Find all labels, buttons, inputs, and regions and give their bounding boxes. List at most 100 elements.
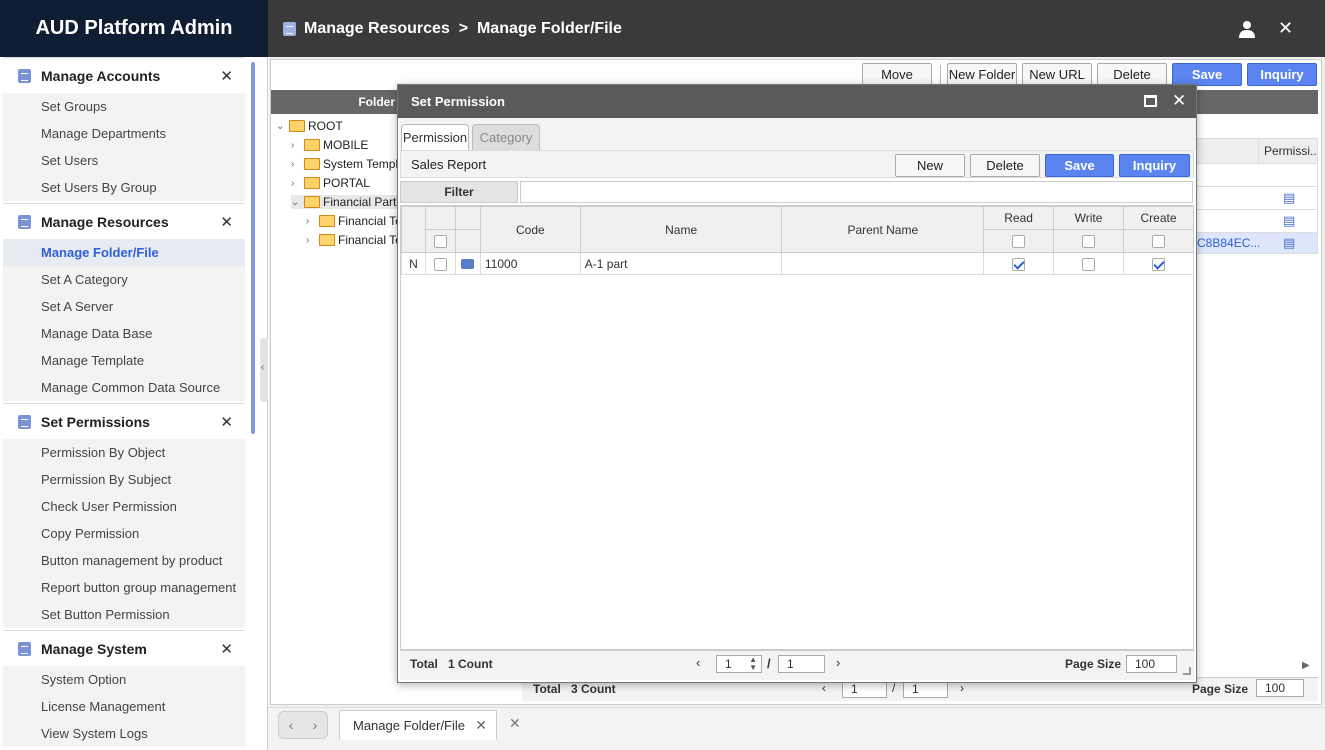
sidebar-scrollbar[interactable] bbox=[251, 62, 255, 434]
add-permission-icon[interactable]: ▤ bbox=[1283, 190, 1295, 206]
user-icon[interactable] bbox=[1238, 20, 1256, 38]
sidebar-item-button-management-by-product[interactable]: Button management by product bbox=[3, 547, 245, 574]
prev-page-icon[interactable]: ‹ bbox=[696, 655, 700, 670]
tree-item-root[interactable]: ⌄ ROOT bbox=[276, 119, 343, 133]
chevron-right-icon[interactable]: › bbox=[291, 178, 301, 189]
maximize-icon[interactable] bbox=[1144, 95, 1157, 107]
move-button[interactable]: Move bbox=[862, 63, 932, 86]
sidebar-item-manage-common-data-source[interactable]: Manage Common Data Source bbox=[3, 374, 245, 401]
bg-next-page-icon[interactable]: › bbox=[960, 681, 964, 695]
chevron-down-icon[interactable]: ⌄ bbox=[276, 121, 286, 132]
tab-category[interactable]: Category bbox=[472, 124, 540, 150]
read-checkbox[interactable] bbox=[1012, 257, 1026, 271]
page-input[interactable]: 1 ▲ ▼ bbox=[716, 655, 762, 673]
close-icon[interactable]: ✕ bbox=[220, 413, 233, 431]
create-checkbox[interactable] bbox=[1152, 257, 1165, 271]
sidebar-item-manage-departments[interactable]: Manage Departments bbox=[3, 120, 245, 147]
row-select-checkbox[interactable] bbox=[433, 257, 447, 271]
sidebar-item-report-button-group-management[interactable]: Report button group management bbox=[3, 574, 245, 601]
tree-item-system-templ[interactable]: › System Templ bbox=[291, 157, 398, 171]
col-name[interactable]: Name bbox=[579, 206, 783, 253]
add-permission-icon[interactable]: ▤ bbox=[1283, 213, 1295, 229]
memo-icon[interactable] bbox=[461, 259, 475, 270]
inquiry-button[interactable]: Inquiry bbox=[1247, 63, 1317, 86]
chevron-right-icon[interactable]: › bbox=[291, 159, 301, 170]
sidebar-item-license-management[interactable]: License Management bbox=[3, 693, 245, 720]
sidebar-item-view-system-logs[interactable]: View System Logs bbox=[3, 720, 245, 747]
table-row[interactable]: ▤ bbox=[1195, 186, 1317, 209]
chevron-right-icon[interactable]: › bbox=[291, 140, 301, 151]
close-icon[interactable]: ✕ bbox=[220, 213, 233, 231]
sidebar-item-set-a-server[interactable]: Set A Server bbox=[3, 293, 245, 320]
tree-item-financial-te-2[interactable]: › Financial Te bbox=[306, 233, 402, 247]
new-url-button[interactable]: New URL bbox=[1022, 63, 1092, 86]
tab-prev-icon[interactable]: ‹ bbox=[289, 717, 294, 733]
sidebar-item-set-users[interactable]: Set Users bbox=[3, 147, 245, 174]
sidebar-section-set-permissions[interactable]: Set Permissions ✕ bbox=[3, 403, 245, 439]
cell-name[interactable]: A-1 part bbox=[579, 252, 783, 275]
tree-item-financial-te-1[interactable]: › Financial Te bbox=[306, 214, 402, 228]
filter-input[interactable] bbox=[520, 181, 1193, 203]
dialog-delete-button[interactable]: Delete bbox=[970, 154, 1040, 177]
read-all-checkbox[interactable] bbox=[1012, 235, 1026, 249]
tree-item-portal[interactable]: › PORTAL bbox=[291, 176, 370, 190]
create-all-checkbox[interactable] bbox=[1152, 235, 1165, 249]
table-row[interactable] bbox=[1195, 163, 1317, 186]
sidebar-item-set-button-permission[interactable]: Set Button Permission bbox=[3, 601, 245, 628]
cell-parent-name[interactable] bbox=[781, 252, 985, 275]
sidebar-item-permission-by-object[interactable]: Permission By Object bbox=[3, 439, 245, 466]
tree-item-mobile[interactable]: › MOBILE bbox=[291, 138, 368, 152]
sidebar-item-manage-template[interactable]: Manage Template bbox=[3, 347, 245, 374]
tab-close-icon[interactable]: ✕ bbox=[475, 717, 487, 734]
sidebar-item-manage-folder-file[interactable]: Manage Folder/File bbox=[3, 239, 245, 266]
chevron-right-icon[interactable]: › bbox=[306, 216, 316, 227]
close-icon[interactable]: ✕ bbox=[220, 67, 233, 85]
chevron-right-icon[interactable]: › bbox=[306, 235, 316, 246]
sidebar-item-manage-data-base[interactable]: Manage Data Base bbox=[3, 320, 245, 347]
cell-code[interactable]: 11000 bbox=[479, 252, 581, 275]
write-checkbox[interactable] bbox=[1082, 257, 1096, 271]
dialog-new-button[interactable]: New bbox=[895, 154, 965, 177]
save-button[interactable]: Save bbox=[1172, 63, 1242, 86]
sidebar-collapse-handle[interactable]: ‹ bbox=[260, 338, 268, 402]
page-size-input[interactable]: 100 bbox=[1126, 655, 1177, 673]
sidebar-item-set-users-by-group[interactable]: Set Users By Group bbox=[3, 174, 245, 201]
sidebar-item-check-user-permission[interactable]: Check User Permission bbox=[3, 493, 245, 520]
sidebar-section-manage-accounts[interactable]: Manage Accounts ✕ bbox=[3, 57, 245, 93]
tab-nav-arrows[interactable]: ‹ › bbox=[278, 711, 328, 739]
tab-manage-folder-file[interactable]: Manage Folder/File ✕ bbox=[339, 710, 497, 740]
tab-permission[interactable]: Permission bbox=[401, 124, 469, 150]
sidebar-item-system-option[interactable]: System Option bbox=[3, 666, 245, 693]
sidebar-section-manage-system[interactable]: Manage System ✕ bbox=[3, 630, 245, 666]
col-read[interactable]: Read bbox=[983, 206, 1055, 230]
sidebar-item-permission-by-subject[interactable]: Permission By Subject bbox=[3, 466, 245, 493]
table-row[interactable]: ▤ bbox=[1195, 209, 1317, 232]
table-row-selected[interactable]: C8B84EC... ▤ bbox=[1195, 232, 1317, 253]
bg-prev-page-icon[interactable]: ‹ bbox=[822, 681, 826, 695]
sidebar-item-set-groups[interactable]: Set Groups bbox=[3, 93, 245, 120]
sidebar-item-set-a-category[interactable]: Set A Category bbox=[3, 266, 245, 293]
col-code[interactable]: Code bbox=[479, 206, 581, 253]
dialog-inquiry-button[interactable]: Inquiry bbox=[1119, 154, 1190, 177]
close-icon[interactable]: ✕ bbox=[220, 640, 233, 658]
resize-grip-icon[interactable] bbox=[1183, 667, 1191, 675]
col-create[interactable]: Create bbox=[1123, 206, 1194, 230]
select-all-checkbox[interactable] bbox=[433, 235, 447, 249]
new-folder-button[interactable]: New Folder bbox=[947, 63, 1017, 86]
close-icon[interactable]: ✕ bbox=[1278, 18, 1293, 39]
bg-page-size-input[interactable]: 100 bbox=[1256, 679, 1304, 697]
sidebar-item-copy-permission[interactable]: Copy Permission bbox=[3, 520, 245, 547]
chevron-down-icon[interactable]: ⌄ bbox=[291, 197, 301, 208]
table-row[interactable]: N 11000 A-1 part bbox=[401, 252, 1194, 275]
col-write[interactable]: Write bbox=[1053, 206, 1124, 230]
close-all-tabs-icon[interactable]: ✕ bbox=[509, 715, 521, 732]
delete-button[interactable]: Delete bbox=[1097, 63, 1167, 86]
next-page-icon[interactable]: › bbox=[836, 655, 840, 670]
dialog-save-button[interactable]: Save bbox=[1045, 154, 1114, 177]
spinner-icon[interactable]: ▲ ▼ bbox=[749, 656, 757, 672]
tab-next-icon[interactable]: › bbox=[313, 717, 318, 733]
write-all-checkbox[interactable] bbox=[1082, 235, 1096, 249]
dialog-close-icon[interactable]: ✕ bbox=[1172, 91, 1186, 111]
add-permission-icon[interactable]: ▤ bbox=[1283, 235, 1295, 251]
tree-item-financial-part[interactable]: ⌄ Financial Part bbox=[291, 195, 403, 209]
